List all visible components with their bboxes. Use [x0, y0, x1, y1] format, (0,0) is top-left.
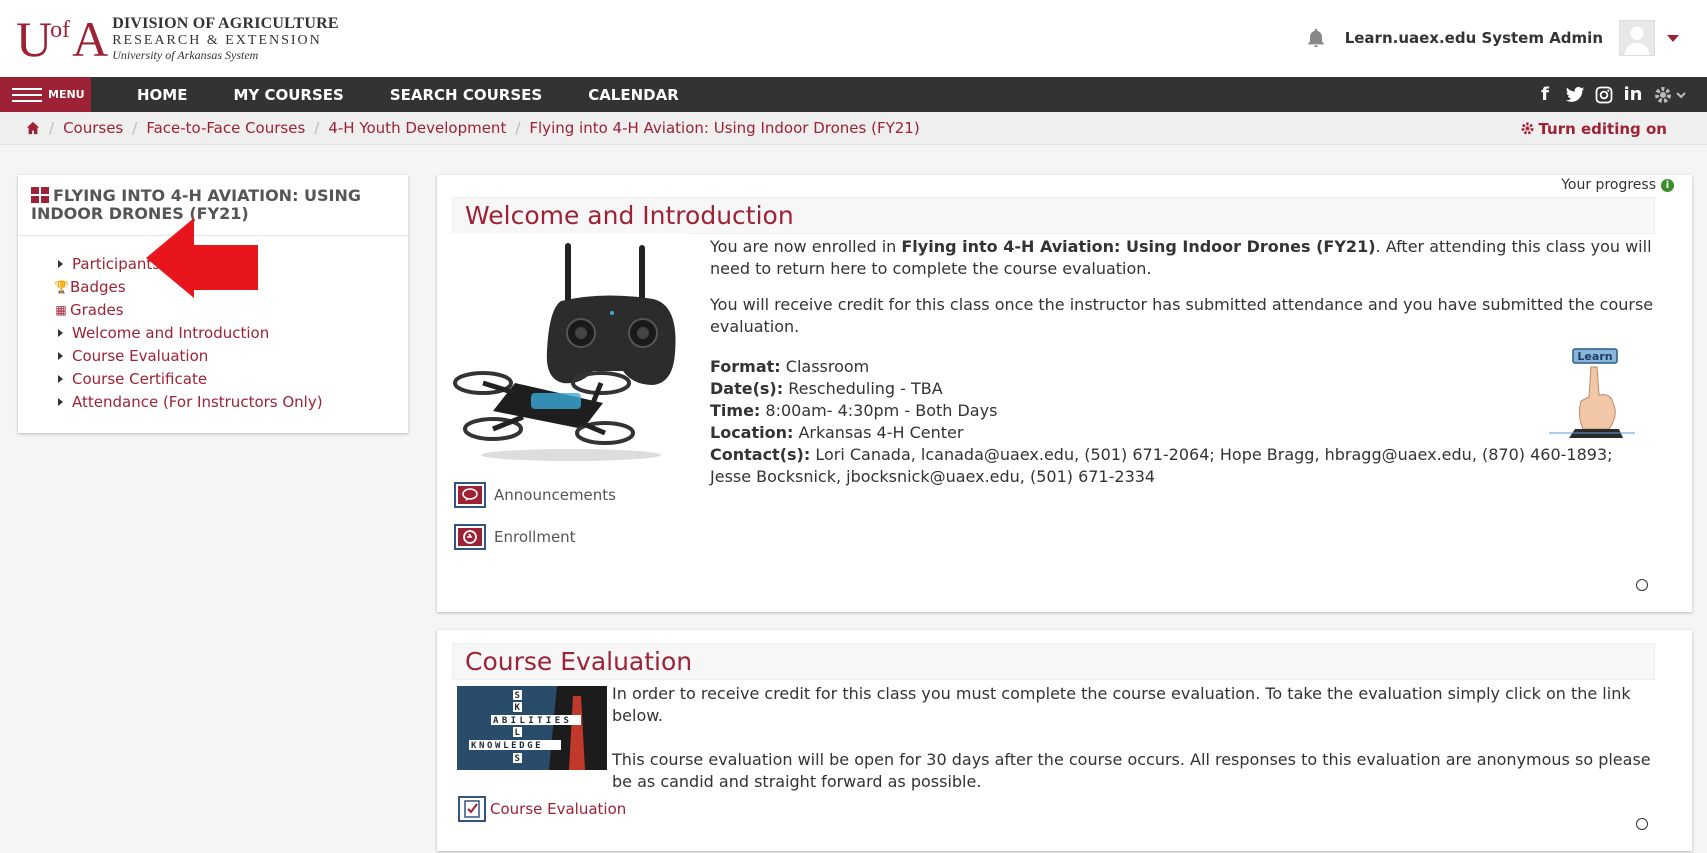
activity-course-evaluation[interactable]: Course Evaluation [458, 796, 626, 822]
triangle-icon [58, 375, 63, 384]
activity-announcements[interactable]: Announcements [454, 482, 616, 508]
nav-home[interactable]: HOME [137, 86, 187, 104]
menu-button[interactable]: MENU [0, 77, 91, 112]
svg-text:K: K [515, 703, 521, 713]
course-name: Flying into 4-H Aviation: Using Indoor D… [901, 237, 1376, 256]
breadcrumb-4h-youth[interactable]: 4-H Youth Development [328, 119, 506, 137]
sidebar-item-label: Attendance (For Instructors Only) [72, 393, 323, 412]
table-icon: ▦ [55, 303, 67, 318]
turn-editing-on-button[interactable]: Turn editing on [1520, 112, 1667, 145]
triangle-icon [58, 352, 63, 361]
learn-badge-text: Learn [1577, 350, 1612, 363]
red-arrow-annotation-icon [146, 218, 258, 298]
menu-label: MENU [48, 88, 85, 101]
logo-line-2: RESEARCH & EXTENSION [112, 33, 322, 49]
activity-enrollment[interactable]: Enrollment [454, 524, 576, 550]
avatar[interactable] [1619, 20, 1655, 56]
sidebar-item-label: Grades [70, 301, 124, 320]
triangle-icon [58, 260, 63, 269]
sidebar-item-label: Course Evaluation [72, 347, 209, 366]
site-logo[interactable]: UofA DIVISION OF AGRICULTURE RESEARCH & … [16, 12, 339, 66]
hamburger-icon [12, 87, 42, 102]
svg-text:S: S [515, 691, 520, 701]
facebook-icon[interactable]: f [1535, 84, 1555, 105]
contacts-row: Contact(s): Lori Canada, lcanada@uaex.ed… [710, 445, 1613, 486]
format-row: Format: Classroom [710, 357, 870, 376]
location-row: Location: Arkansas 4-H Center [710, 423, 964, 442]
user-name[interactable]: Learn.uaex.edu System Admin [1345, 29, 1603, 47]
enrollment-icon [454, 524, 486, 550]
linkedin-icon[interactable]: in [1623, 84, 1643, 105]
turn-editing-on-label: Turn editing on [1538, 119, 1667, 138]
grid-icon [31, 187, 49, 203]
time-row: Time: 8:00am- 4:30pm - Both Days [710, 401, 998, 420]
svg-text:KNOWLEDGE: KNOWLEDGE [471, 741, 543, 751]
site-header: UofA DIVISION OF AGRICULTURE RESEARCH & … [0, 0, 1707, 77]
intro-text: You are now enrolled in [710, 237, 902, 256]
svg-text:S: S [515, 754, 520, 764]
notification-bell-icon[interactable] [1305, 27, 1327, 49]
breadcrumb-separator: / [314, 119, 320, 137]
breadcrumb: / Courses / Face-to-Face Courses / 4-H Y… [0, 112, 1707, 145]
section-title[interactable]: Welcome and Introduction [452, 197, 1655, 234]
breadcrumb-separator: / [49, 119, 55, 137]
svg-text:ABILITIES: ABILITIES [493, 716, 572, 726]
nav-calendar[interactable]: CALENDAR [588, 86, 679, 104]
section-course-evaluation: Course Evaluation S K ABILITIES L KNOWLE… [437, 630, 1692, 851]
nav-my-courses[interactable]: MY COURSES [233, 86, 343, 104]
gear-icon [1521, 122, 1534, 135]
section-welcome: Your progress i Welcome and Introduction… [437, 175, 1692, 612]
section-summary: In order to receive credit for this clas… [612, 683, 1672, 815]
breadcrumb-courses[interactable]: Courses [63, 119, 123, 137]
logo-mark: UofA [16, 11, 108, 67]
triangle-icon [58, 329, 63, 338]
credit-text: You will receive credit for this class o… [710, 295, 1654, 336]
feedback-icon [458, 796, 486, 822]
trophy-icon: 🏆 [54, 280, 69, 295]
logo-line-3: University of Arkansas System [112, 48, 259, 63]
logo-line-1: DIVISION OF AGRICULTURE [112, 14, 339, 32]
sidebar-item-label: Welcome and Introduction [72, 324, 270, 343]
twitter-icon[interactable] [1565, 86, 1585, 104]
sidebar-item-attendance[interactable]: Attendance (For Instructors Only) [36, 391, 408, 414]
sidebar-item-label: Badges [70, 278, 126, 297]
triangle-icon [58, 398, 63, 407]
dates-row: Date(s): Rescheduling - TBA [710, 379, 943, 398]
drone-image [453, 233, 689, 465]
activity-label: Course Evaluation [490, 800, 627, 818]
evaluation-text-1: In order to receive credit for this clas… [612, 684, 1631, 725]
activity-label: Enrollment [494, 528, 576, 546]
your-progress-label: Your progress [1561, 177, 1656, 193]
completion-checkbox[interactable] [1636, 818, 1648, 830]
sidebar-item-label: Course Certificate [72, 370, 208, 389]
breadcrumb-course[interactable]: Flying into 4-H Aviation: Using Indoor D… [529, 119, 919, 137]
forum-icon [454, 482, 486, 508]
section-summary: You are now enrolled in Flying into 4-H … [710, 236, 1655, 488]
breadcrumb-separator: / [515, 119, 521, 137]
section-title[interactable]: Course Evaluation [452, 643, 1655, 680]
svg-text:L: L [515, 728, 521, 738]
sidebar-item-course-evaluation[interactable]: Course Evaluation [36, 345, 408, 368]
instagram-icon[interactable] [1595, 86, 1613, 104]
course-navigation-block: FLYING INTO 4-H AVIATION: USING INDOOR D… [18, 175, 408, 433]
user-menu-caret-icon[interactable] [1667, 34, 1679, 42]
settings-gear-icon[interactable] [1653, 85, 1687, 105]
breadcrumb-face-to-face[interactable]: Face-to-Face Courses [146, 119, 305, 137]
learn-image: Learn [1539, 345, 1639, 438]
home-icon[interactable] [26, 121, 40, 135]
breadcrumb-separator: / [132, 119, 138, 137]
sidebar-item-course-certificate[interactable]: Course Certificate [36, 368, 408, 391]
evaluation-text-2: This course evaluation will be open for … [612, 750, 1651, 791]
your-progress: Your progress i [1561, 177, 1674, 193]
main-navbar: MENU HOME MY COURSES SEARCH COURSES CALE… [0, 77, 1707, 112]
info-icon[interactable]: i [1661, 178, 1674, 192]
nav-search-courses[interactable]: SEARCH COURSES [390, 86, 542, 104]
skills-image: S K ABILITIES L KNOWLEDGE S [457, 686, 607, 770]
sidebar-item-grades[interactable]: ▦ Grades [36, 299, 408, 322]
activity-label: Announcements [494, 486, 616, 504]
completion-checkbox[interactable] [1636, 579, 1648, 591]
sidebar-item-welcome[interactable]: Welcome and Introduction [36, 322, 408, 345]
